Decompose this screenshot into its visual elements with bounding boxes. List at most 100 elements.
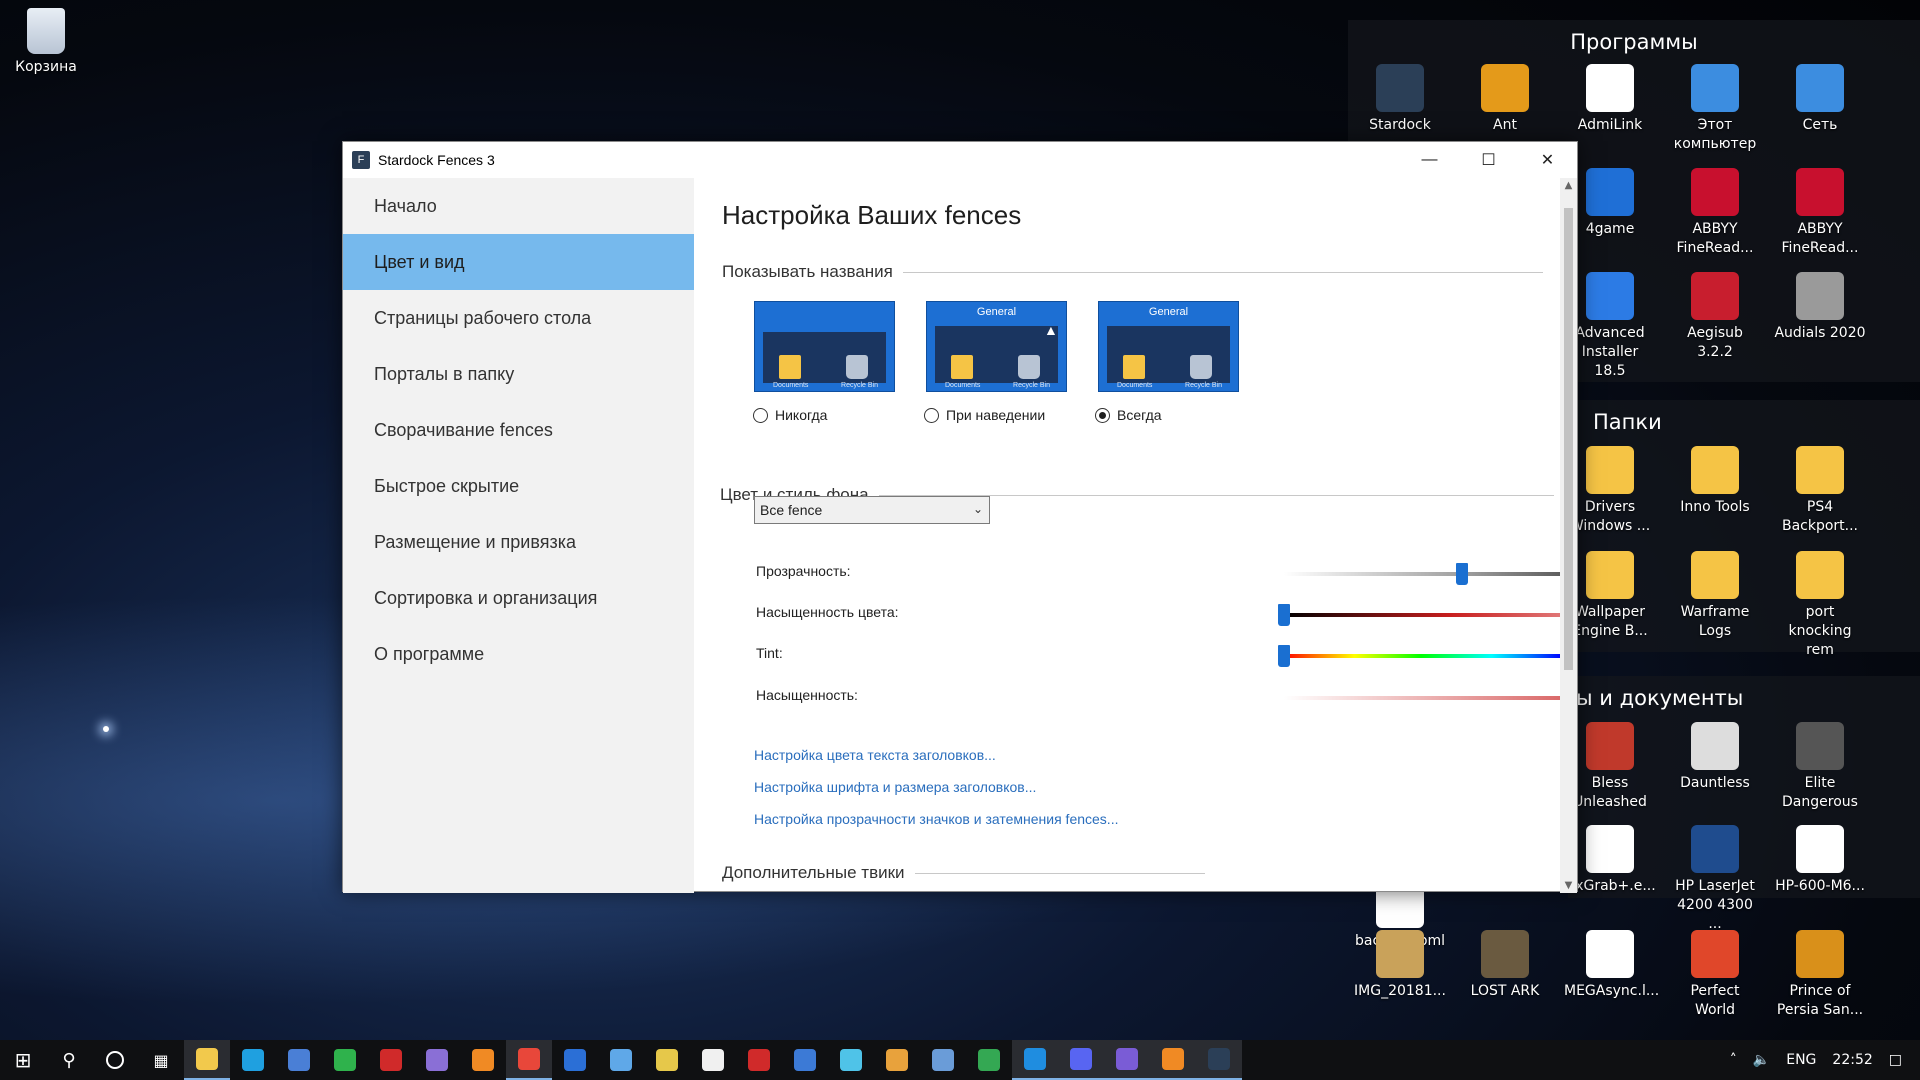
minimize-button[interactable]: —	[1400, 142, 1459, 178]
taskbar-app-button[interactable]	[506, 1040, 552, 1080]
taskbar-app-button[interactable]	[920, 1040, 966, 1080]
slider-thumb[interactable]	[1278, 604, 1290, 626]
maximize-button[interactable]: ☐	[1459, 142, 1518, 178]
desktop-icon-program[interactable]: Aegisub 3.2.2	[1669, 272, 1761, 362]
radio-hover[interactable]: При наведении	[924, 407, 1045, 423]
chevron-up-icon[interactable]: ˄	[1730, 1052, 1737, 1068]
desktop-icon-folder[interactable]: Warframe Logs	[1669, 551, 1761, 641]
app-icon	[1586, 168, 1634, 216]
taskbar-app-button[interactable]	[1196, 1040, 1242, 1080]
taskbar-app-button[interactable]	[874, 1040, 920, 1080]
desktop-icon-doc[interactable]: Elite Dangerous	[1774, 722, 1866, 812]
nav-item-quick-hide[interactable]: Быстрое скрытие	[343, 458, 694, 514]
taskbar-app-button[interactable]	[782, 1040, 828, 1080]
desktop-icon-program[interactable]: ABBYY FineRead...	[1774, 168, 1866, 258]
nav-item-sorting[interactable]: Сортировка и организация	[343, 570, 694, 626]
slider-tint[interactable]	[1278, 645, 1564, 667]
taskbar-app-button[interactable]	[644, 1040, 690, 1080]
desktop-icon-program[interactable]: AdmiLink	[1564, 64, 1656, 135]
desktop-icon-program[interactable]: ABBYY FineRead...	[1669, 168, 1761, 258]
taskbar-app-button[interactable]	[1012, 1040, 1058, 1080]
desktop-icon-loose[interactable]: LOST ARK	[1459, 930, 1551, 1001]
taskbar-app-button[interactable]	[230, 1040, 276, 1080]
app-icon	[1796, 446, 1844, 494]
volume-icon[interactable]: 🔈	[1753, 1052, 1770, 1068]
taskbar-app-icon	[334, 1049, 356, 1071]
radio-never[interactable]: Никогда	[753, 407, 827, 423]
slider-thumb[interactable]	[1456, 563, 1469, 585]
desktop-icon-program[interactable]: Ant	[1459, 64, 1551, 135]
desktop-icon-folder[interactable]: Inno Tools	[1669, 446, 1761, 517]
taskbar-app-button[interactable]	[184, 1040, 230, 1080]
desktop-icon-folder[interactable]: port knocking rem	[1774, 551, 1866, 660]
vertical-scrollbar[interactable]: ▲ ▼	[1560, 178, 1577, 893]
taskbar-app-button[interactable]	[1150, 1040, 1196, 1080]
taskbar-app-button[interactable]	[368, 1040, 414, 1080]
settings-content: Настройка Ваших fences Показывать назван…	[694, 178, 1564, 893]
scroll-down-icon[interactable]: ▼	[1560, 880, 1577, 891]
link-title-font[interactable]: Настройка шрифта и размера заголовков...	[754, 779, 1036, 795]
slider-thumb[interactable]	[1278, 645, 1290, 667]
nav-item-color-view[interactable]: Цвет и вид	[343, 234, 694, 290]
desktop-icon-doc[interactable]: Dauntless	[1669, 722, 1761, 793]
scroll-thumb[interactable]	[1564, 208, 1573, 670]
desktop-icon-program[interactable]: Stardock	[1354, 64, 1446, 135]
close-button[interactable]: ✕	[1518, 142, 1577, 178]
preview-never[interactable]: Documents Recycle Bin	[754, 301, 895, 392]
taskbar-app-button[interactable]	[276, 1040, 322, 1080]
taskbar-app-button[interactable]	[460, 1040, 506, 1080]
nav-item-home[interactable]: Начало	[343, 178, 694, 234]
slider-color-saturation[interactable]	[1278, 604, 1564, 626]
taskbar-app-button[interactable]	[1058, 1040, 1104, 1080]
nav-item-layout-snapping[interactable]: Размещение и привязка	[343, 514, 694, 570]
nav-item-desktop-pages[interactable]: Страницы рабочего стола	[343, 290, 694, 346]
radio-always[interactable]: Всегда	[1095, 407, 1162, 423]
cortana-button[interactable]	[92, 1040, 138, 1080]
clock[interactable]: 22:52	[1832, 1052, 1872, 1068]
task-view-button[interactable]: ▦	[138, 1040, 184, 1080]
notification-icon[interactable]: □	[1889, 1052, 1902, 1068]
sidebar: Начало Цвет и вид Страницы рабочего стол…	[343, 178, 694, 893]
taskbar-app-button[interactable]	[322, 1040, 368, 1080]
link-icon-transparency[interactable]: Настройка прозрачности значков и затемне…	[754, 811, 1118, 827]
taskbar-app-button[interactable]	[552, 1040, 598, 1080]
language-indicator[interactable]: ENG	[1786, 1052, 1816, 1068]
nav-item-folder-portals[interactable]: Порталы в папку	[343, 346, 694, 402]
slider-saturation[interactable]	[1284, 696, 1564, 700]
taskbar-app-button[interactable]	[966, 1040, 1012, 1080]
circle-icon	[106, 1051, 124, 1069]
titlebar[interactable]: F Stardock Fences 3 — ☐ ✕	[343, 142, 1577, 178]
radio-button-selected[interactable]	[1095, 407, 1110, 423]
preview-always[interactable]: General Documents Recycle Bin	[1098, 301, 1239, 392]
taskbar-app-button[interactable]	[690, 1040, 736, 1080]
desktop-icon-loose[interactable]: MEGAsync.l...	[1564, 930, 1659, 1001]
nav-item-about[interactable]: О программе	[343, 626, 694, 682]
desktop-icon-folder[interactable]: PS4 Backport...	[1774, 446, 1866, 536]
taskbar-app-button[interactable]	[414, 1040, 460, 1080]
radio-button[interactable]	[753, 407, 768, 423]
desktop-icon-loose[interactable]: Prince of Persia San...	[1774, 930, 1866, 1020]
desktop-icon-program[interactable]: Сеть	[1774, 64, 1866, 135]
link-title-text-color[interactable]: Настройка цвета текста заголовков...	[754, 747, 996, 763]
preview-hover[interactable]: General Documents Recycle Bin ▲	[926, 301, 1067, 392]
fence-select-dropdown[interactable]: Все fence ⌄	[754, 496, 990, 524]
taskbar-app-icon	[1162, 1048, 1184, 1070]
start-button[interactable]: ⊞	[0, 1040, 46, 1080]
nav-item-rollup[interactable]: Сворачивание fences	[343, 402, 694, 458]
taskbar-app-button[interactable]	[828, 1040, 874, 1080]
desktop-icon-program[interactable]: Этот компьютер	[1669, 64, 1761, 154]
desktop-icon-doc[interactable]: HP-600-M6...	[1774, 825, 1866, 896]
recycle-bin-icon[interactable]: Корзина	[0, 8, 92, 77]
taskbar-app-button[interactable]	[1104, 1040, 1150, 1080]
taskbar-app-button[interactable]	[736, 1040, 782, 1080]
radio-button[interactable]	[924, 407, 939, 423]
desktop-icon-program[interactable]: Audials 2020	[1774, 272, 1866, 343]
scroll-up-icon[interactable]: ▲	[1560, 180, 1577, 191]
desktop-icon-label: ABBYY FineRead...	[1781, 221, 1859, 256]
desktop-icon-loose[interactable]: Perfect World	[1669, 930, 1761, 1020]
desktop-icon-doc[interactable]: HP LaserJet 4200 4300 ...	[1669, 825, 1761, 934]
taskbar-app-button[interactable]	[598, 1040, 644, 1080]
slider-transparency[interactable]	[1284, 563, 1564, 585]
desktop-icon-loose[interactable]: IMG_20181...	[1354, 930, 1446, 1001]
search-button[interactable]: ⚲	[46, 1040, 92, 1080]
